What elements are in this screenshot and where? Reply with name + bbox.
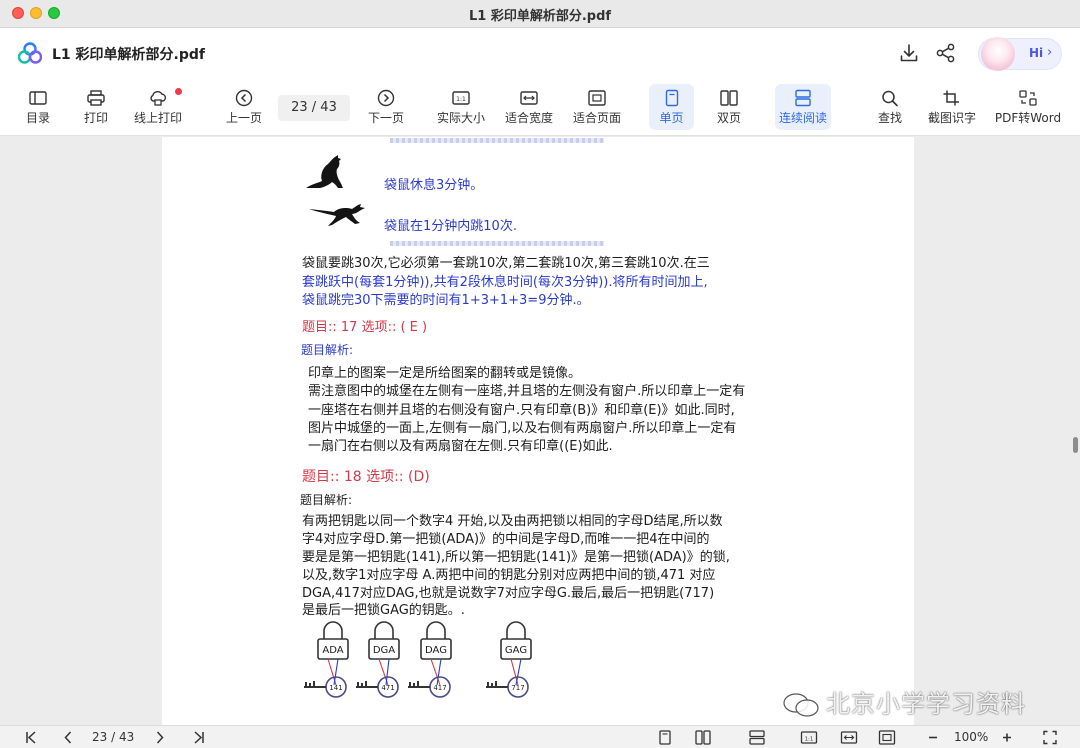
legend-rest-text: 袋鼠休息3分钟。 <box>384 178 484 193</box>
zoom-in-icon[interactable] <box>1000 729 1014 746</box>
scan-strip <box>390 138 604 143</box>
key-label: 141 <box>329 684 342 692</box>
actual-size-button[interactable]: 1:1 实际大小 <box>434 84 488 130</box>
double-page-button[interactable]: 双页 <box>708 84 750 130</box>
search-icon <box>882 90 898 107</box>
assistant-label: Hi <box>1029 46 1044 60</box>
print-button[interactable]: 打印 <box>76 84 116 130</box>
lock-label: GAG <box>505 645 527 656</box>
chat-bubbles-icon <box>783 693 819 717</box>
lock-label: DGA <box>373 645 395 656</box>
key-label: 471 <box>381 684 394 692</box>
legend-jump-text: 袋鼠在1分钟内跳10次. <box>384 219 517 234</box>
kangaroo-jump-icon <box>309 204 365 226</box>
app-header: L1 彩印单解析部分.pdf Hi › <box>0 28 1080 80</box>
q18-analysis-label: 题目解析: <box>300 493 353 507</box>
q17-line: 一扇门在右侧以及有两扇窗在左侧.只有印章((E)如此. <box>308 439 613 454</box>
bottom-page-indicator[interactable]: 23 / 43 <box>92 730 134 744</box>
q17-line: 需注意图中的城堡在左侧有一座塔,并且塔的左侧没有窗户.所以印章上一定有 <box>308 384 746 399</box>
window-title: L1 彩印单解析部分.pdf <box>468 9 612 24</box>
lock-label: ADA <box>322 645 343 656</box>
printer-icon <box>87 90 105 106</box>
fullscreen-icon[interactable] <box>1042 729 1058 746</box>
prev-page-button[interactable]: 上一页 <box>224 84 264 130</box>
fit-width-icon <box>520 91 538 105</box>
chevron-right-icon: › <box>1047 45 1053 60</box>
q17-line: 图片中城堡的一面上,左侧有一扇门,以及右侧有两扇窗户.所以印章上一定有 <box>308 421 737 436</box>
q18-title: 题目:: 18 选项:: (D) <box>302 469 430 485</box>
cloud-print-icon <box>150 90 167 106</box>
toolbar: 目录 打印 线上打印 上一页 下一页 1:1 实际大小 适合宽度 适合页面 单页… <box>0 80 1080 136</box>
svg-text:1:1: 1:1 <box>456 96 466 103</box>
first-page-icon[interactable] <box>24 729 38 746</box>
q17-title: 题目:: 17 选项:: ( E ) <box>302 320 428 335</box>
lock-label: DAG <box>425 645 447 656</box>
locks-keys-figure: ADA DGA DAG GAG 141 471 417 717 <box>304 621 532 698</box>
online-print-button[interactable]: 线上打印 <box>132 84 184 130</box>
double-page-icon <box>720 90 738 106</box>
q18-line: 有两把钥匙以同一个数字4 开始,以及由两把锁以相同的字母D结尾,所以数 <box>302 514 723 529</box>
fit-page-icon <box>588 90 606 106</box>
last-page-icon[interactable] <box>192 729 206 746</box>
continuous-read-button[interactable]: 连续阅读 <box>775 84 831 130</box>
convert-icon <box>1019 90 1037 106</box>
chevron-right-icon[interactable] <box>154 729 166 746</box>
watermark-text: 北京小学学习资料 <box>826 690 1026 718</box>
key-label: 717 <box>511 684 524 692</box>
document-title: L1 彩印单解析部分.pdf <box>52 47 205 63</box>
q17-line: 一座塔在右侧并且塔的右侧没有窗户.只有印章(B)》和印章(E)》如此.同时, <box>308 403 735 418</box>
find-button[interactable]: 查找 <box>870 84 910 130</box>
next-page-button[interactable]: 下一页 <box>364 84 408 130</box>
q18-line: 是最后一把锁GAG的钥匙。. <box>302 603 465 618</box>
app-logo-icon <box>18 42 42 64</box>
double-page-icon[interactable] <box>694 729 712 746</box>
arrow-left-circle-icon <box>235 89 253 107</box>
pdf-to-word-button[interactable]: PDF转Word <box>994 84 1062 130</box>
catalog-icon <box>29 91 47 105</box>
kangaroo-rest-icon <box>306 155 343 188</box>
download-icon[interactable] <box>898 42 920 64</box>
zoom-level[interactable]: 100% <box>954 730 988 744</box>
q16-line: 袋鼠跳完30下需要的时间有1+3+1+3=9分钟.。 <box>302 293 590 308</box>
q18-line: 以及,数字1对应字母 A.两把中间的钥匙分别对应两把中间的锁,471 对应 <box>302 568 716 583</box>
catalog-button[interactable]: 目录 <box>18 84 58 130</box>
q16-line: 袋鼠要跳30次,它必须第一套跳10次,第二套跳10次,第三套跳10次.在三 <box>302 256 710 271</box>
title-bar: L1 彩印单解析部分.pdf <box>0 0 1080 28</box>
actual-size-icon[interactable]: 1:1 <box>800 729 818 746</box>
actual-size-icon: 1:1 <box>452 91 470 105</box>
vertical-scrollbar-thumb[interactable] <box>1073 437 1078 453</box>
ocr-button[interactable]: 截图识字 <box>926 84 978 130</box>
fit-width-icon[interactable] <box>840 729 858 746</box>
scan-strip <box>390 241 604 246</box>
continuous-scroll-icon <box>795 89 811 107</box>
share-icon[interactable] <box>935 42 957 64</box>
fit-page-button[interactable]: 适合页面 <box>570 84 624 130</box>
zoom-out-icon[interactable] <box>926 729 940 746</box>
single-page-icon[interactable] <box>658 729 672 746</box>
page-number-input[interactable]: 23 / 43 <box>278 95 350 121</box>
status-bar: 23 / 43 1:1 100% <box>0 725 1080 748</box>
ai-assistant-button[interactable]: Hi › <box>978 37 1062 71</box>
fit-width-button[interactable]: 适合宽度 <box>502 84 556 130</box>
document-viewport[interactable]: 袋鼠休息3分钟。 袋鼠在1分钟内跳10次. 袋鼠要跳30次,它必须第一套跳10次… <box>0 137 1080 725</box>
key-label: 417 <box>433 684 446 692</box>
chevron-left-icon[interactable] <box>62 729 74 746</box>
single-page-button[interactable]: 单页 <box>649 84 694 130</box>
q16-line: 套跳跃中(每套1分钟)),共有2段休息时间(每次3分钟)).将所有时间加上, <box>302 275 708 290</box>
assistant-avatar <box>981 37 1015 71</box>
q17-analysis-label: 题目解析: <box>301 343 354 357</box>
continuous-scroll-icon[interactable] <box>748 729 766 746</box>
watermark: 北京小学学习资料 <box>782 684 1026 719</box>
q18-line: 要是是第一把钥匙(141),所以第一把钥匙(141)》是第一把锁(ADA)》的锁… <box>302 550 730 565</box>
q17-line: 印章上的图案一定是所给图案的翻转或是镜像。 <box>308 366 582 381</box>
fit-page-icon[interactable] <box>878 729 896 746</box>
svg-text:1:1: 1:1 <box>805 737 814 743</box>
notification-dot <box>175 88 182 95</box>
q18-line: 字4对应字母D.第一把锁(ADA)》的中间是字母D,而唯一一把4在中间的 <box>302 532 710 547</box>
pdf-page: 袋鼠休息3分钟。 袋鼠在1分钟内跳10次. 袋鼠要跳30次,它必须第一套跳10次… <box>162 137 914 725</box>
single-page-icon <box>665 89 678 107</box>
crop-icon <box>943 90 959 106</box>
arrow-right-circle-icon <box>377 89 395 107</box>
